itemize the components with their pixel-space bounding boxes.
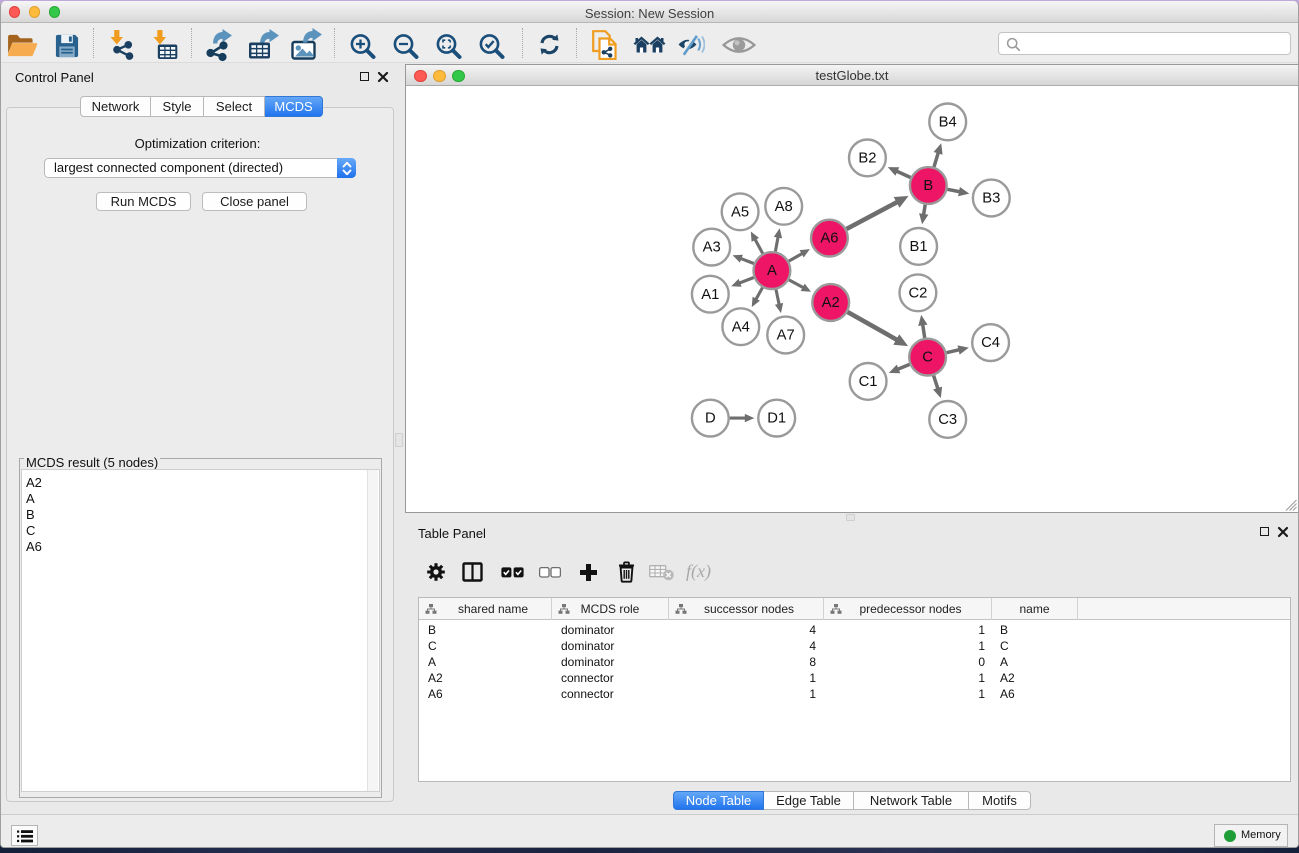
svg-text:A2: A2 [822, 295, 840, 311]
svg-text:B1: B1 [910, 239, 928, 255]
svg-text:C4: C4 [981, 335, 1000, 351]
svg-text:D: D [705, 411, 716, 427]
svg-text:D1: D1 [767, 411, 786, 427]
svg-text:B3: B3 [982, 191, 1000, 207]
svg-text:C3: C3 [938, 412, 957, 428]
svg-text:B: B [923, 178, 933, 194]
svg-text:B2: B2 [858, 151, 876, 167]
svg-text:A1: A1 [701, 287, 719, 303]
svg-text:C2: C2 [908, 285, 927, 301]
svg-text:B4: B4 [939, 115, 957, 131]
svg-text:A4: A4 [732, 319, 750, 335]
svg-text:A6: A6 [820, 231, 838, 247]
svg-text:A7: A7 [777, 328, 795, 344]
svg-text:A3: A3 [703, 240, 721, 256]
svg-text:C1: C1 [859, 374, 878, 390]
svg-text:A8: A8 [775, 199, 793, 215]
svg-text:C: C [922, 350, 933, 366]
svg-text:A: A [767, 263, 777, 279]
svg-text:A5: A5 [731, 204, 749, 220]
